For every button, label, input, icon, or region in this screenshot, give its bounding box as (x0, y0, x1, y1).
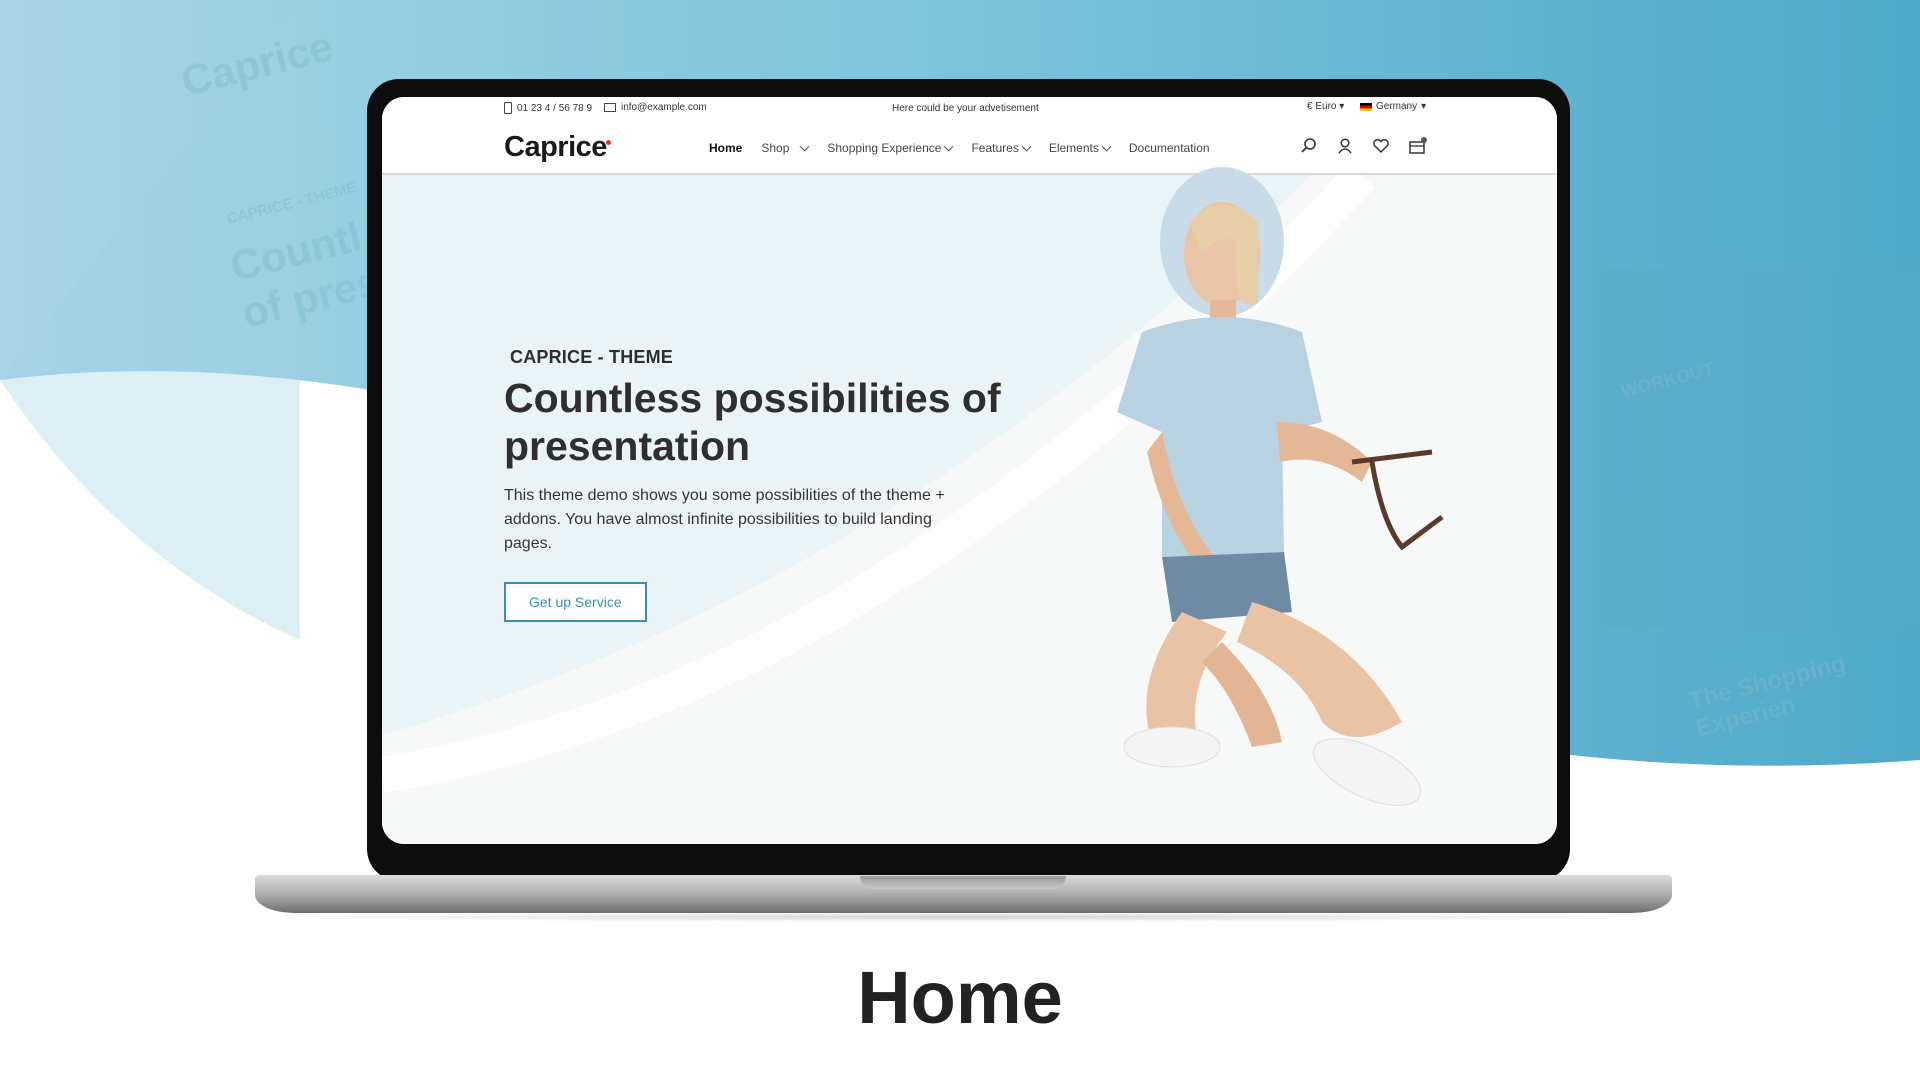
laptop-notch (860, 876, 1066, 889)
chevron-down-icon (944, 141, 954, 151)
phone-contact[interactable]: 01 23 4 / 56 78 9 (504, 102, 592, 114)
menu-label: Documentation (1128, 141, 1210, 155)
advertisement-text: Here could be your advetisement (892, 103, 1039, 114)
site-logo[interactable]: Caprice (504, 131, 611, 164)
chevron-down-icon (1021, 141, 1032, 151)
top-info-bar: 01 23 4 / 56 78 9 info@example.com Here … (382, 97, 1557, 119)
get-up-service-button[interactable]: Get up Service (504, 582, 647, 622)
logo-text: Caprice (504, 131, 607, 163)
cart-icon[interactable] (1408, 137, 1427, 155)
menu-item-home[interactable]: Home (709, 141, 742, 155)
email-address: info@example.com (621, 102, 707, 113)
hero-text-block: CAPRICE - THEME Countless possibilities … (504, 347, 1024, 622)
page-caption: Home (857, 956, 1063, 1039)
user-icon[interactable] (1336, 137, 1354, 155)
laptop-shadow (240, 912, 1687, 922)
menu-label: Elements (1048, 141, 1099, 155)
menu-label: Features (971, 141, 1019, 155)
menu-label: Home (709, 141, 743, 155)
menu-item-elements[interactable]: Elements (1048, 141, 1112, 155)
menu-label: Shop (761, 141, 790, 155)
currency-label: € Euro (1307, 101, 1337, 112)
country-select[interactable]: Germany ▾ (1360, 101, 1426, 112)
phone-number: 01 23 4 / 56 78 9 (517, 102, 593, 114)
chevron-down-icon (799, 141, 810, 151)
mail-icon (604, 103, 616, 112)
phone-icon (504, 102, 512, 114)
country-label: Germany (1376, 101, 1418, 112)
main-menu: Home Shop Shopping Experience Features E… (709, 141, 1210, 155)
heart-icon[interactable] (1372, 137, 1390, 155)
menu-item-shopping-experience[interactable]: Shopping Experience (827, 141, 954, 155)
menu-item-documentation[interactable]: Documentation (1129, 141, 1210, 155)
menu-item-features[interactable]: Features (971, 141, 1032, 155)
hero-headline: Countless possibilities of presentation (504, 375, 1001, 469)
logo-dot (605, 140, 611, 145)
menu-label: Shopping Experience (827, 141, 942, 155)
header-icons (1300, 137, 1427, 155)
hero-description: This theme demo shows you some possibili… (504, 487, 945, 552)
menu-item-shop[interactable]: Shop (761, 141, 810, 155)
email-contact[interactable]: info@example.com (604, 102, 707, 113)
search-icon[interactable] (1300, 137, 1318, 155)
currency-select[interactable]: € Euro ▾ (1307, 101, 1344, 112)
laptop-screen: 01 23 4 / 56 78 9 info@example.com Here … (382, 97, 1557, 844)
chevron-down-icon (1101, 141, 1112, 151)
germany-flag-icon (1360, 102, 1372, 111)
hero-eyebrow: CAPRICE - THEME (510, 347, 674, 367)
hero-model-image (1117, 167, 1444, 806)
